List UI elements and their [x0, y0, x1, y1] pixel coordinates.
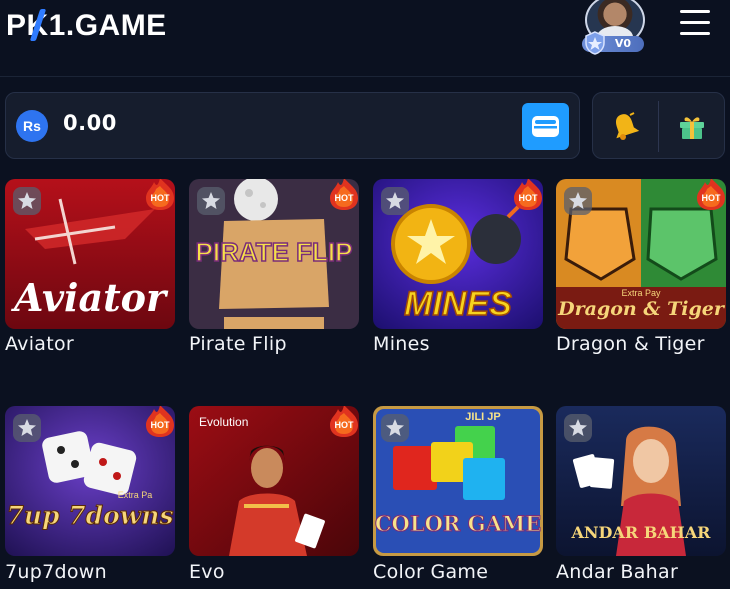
svg-text:Extra Pay: Extra Pay: [621, 288, 661, 298]
rupee-currency-icon: Rs: [16, 110, 48, 142]
svg-text:Extra Pa: Extra Pa: [118, 490, 153, 500]
svg-text:Dragon & Tiger: Dragon & Tiger: [557, 298, 726, 320]
game-tile-mines[interactable]: MINES HOT: [373, 179, 543, 329]
actions-divider: [658, 101, 659, 152]
actions-card: [592, 92, 725, 159]
star-icon: [569, 419, 587, 436]
header-divider: [0, 76, 730, 77]
star-icon: [386, 192, 404, 209]
favorite-star-button[interactable]: [564, 414, 592, 442]
star-icon: [18, 192, 36, 209]
top-header: PK1.GAME V0: [0, 0, 730, 72]
hot-badge-icon: HOT: [514, 179, 542, 210]
svg-text:7up 7downs: 7up 7downs: [6, 501, 173, 530]
wallet-icon: [532, 116, 559, 137]
svg-text:HOT: HOT: [702, 193, 722, 203]
svg-text:HOT: HOT: [151, 420, 171, 430]
hot-badge-icon: HOT: [697, 179, 725, 210]
svg-text:ANDAR BAHAR: ANDAR BAHAR: [571, 523, 712, 542]
balance-card: Rs 0.00: [5, 92, 580, 159]
svg-text:Aviator: Aviator: [11, 275, 169, 320]
game-tile-evo[interactable]: Evolution HOT: [189, 406, 359, 556]
game-title[interactable]: Pirate Flip: [189, 333, 287, 355]
hot-badge-icon: HOT: [330, 406, 358, 437]
game-title[interactable]: Dragon & Tiger: [556, 333, 705, 355]
favorite-star-button[interactable]: [13, 414, 41, 442]
star-icon: [18, 419, 36, 436]
game-title[interactable]: Evo: [189, 561, 225, 583]
vip-shield-icon: [585, 31, 605, 55]
user-avatar-button[interactable]: V0: [582, 0, 645, 56]
svg-text:Evolution: Evolution: [199, 415, 248, 429]
star-icon: [202, 192, 220, 209]
game-tile-pirate-flip[interactable]: PIRATE FLIP HOT: [189, 179, 359, 329]
balance-amount: 0.00: [63, 111, 117, 135]
favorite-star-button[interactable]: [381, 414, 409, 442]
game-tile-aviator[interactable]: Aviator HOT: [5, 179, 175, 329]
svg-text:PIRATE FLIP: PIRATE FLIP: [196, 237, 353, 267]
svg-text:HOT: HOT: [151, 193, 171, 203]
bell-icon[interactable]: [609, 110, 641, 142]
star-icon: [569, 192, 587, 209]
svg-text:HOT: HOT: [519, 193, 539, 203]
svg-text:JILI JP: JILI JP: [465, 411, 500, 423]
game-title[interactable]: Color Game: [373, 561, 488, 583]
game-title[interactable]: Mines: [373, 333, 430, 355]
game-title[interactable]: Aviator: [5, 333, 74, 355]
game-tile-dragon-tiger[interactable]: Extra Pay Dragon & Tiger HOT: [556, 179, 726, 329]
wallet-button[interactable]: [522, 103, 569, 150]
hot-badge-icon: HOT: [146, 406, 174, 437]
favorite-star-button[interactable]: [564, 187, 592, 215]
game-title[interactable]: 7up7down: [5, 561, 107, 583]
game-tile-7up7down[interactable]: Extra Pa 7up 7downs HOT: [5, 406, 175, 556]
site-logo[interactable]: PK1.GAME: [6, 8, 167, 44]
svg-text:HOT: HOT: [335, 420, 355, 430]
gift-icon[interactable]: [676, 110, 708, 142]
game-tile-color-game[interactable]: JILI JP COLOR GAME: [373, 406, 543, 556]
favorite-star-button[interactable]: [381, 187, 409, 215]
svg-text:HOT: HOT: [335, 193, 355, 203]
favorite-star-button[interactable]: [197, 187, 225, 215]
game-title[interactable]: Andar Bahar: [556, 561, 678, 583]
hot-badge-icon: HOT: [146, 179, 174, 210]
game-tile-andar-bahar[interactable]: ANDAR BAHAR: [556, 406, 726, 556]
favorite-star-button[interactable]: [13, 187, 41, 215]
hamburger-menu-icon[interactable]: [680, 10, 710, 36]
hot-badge-icon: HOT: [330, 179, 358, 210]
star-icon: [386, 419, 404, 436]
svg-text:COLOR GAME: COLOR GAME: [375, 511, 541, 536]
svg-text:MINES: MINES: [404, 285, 512, 323]
